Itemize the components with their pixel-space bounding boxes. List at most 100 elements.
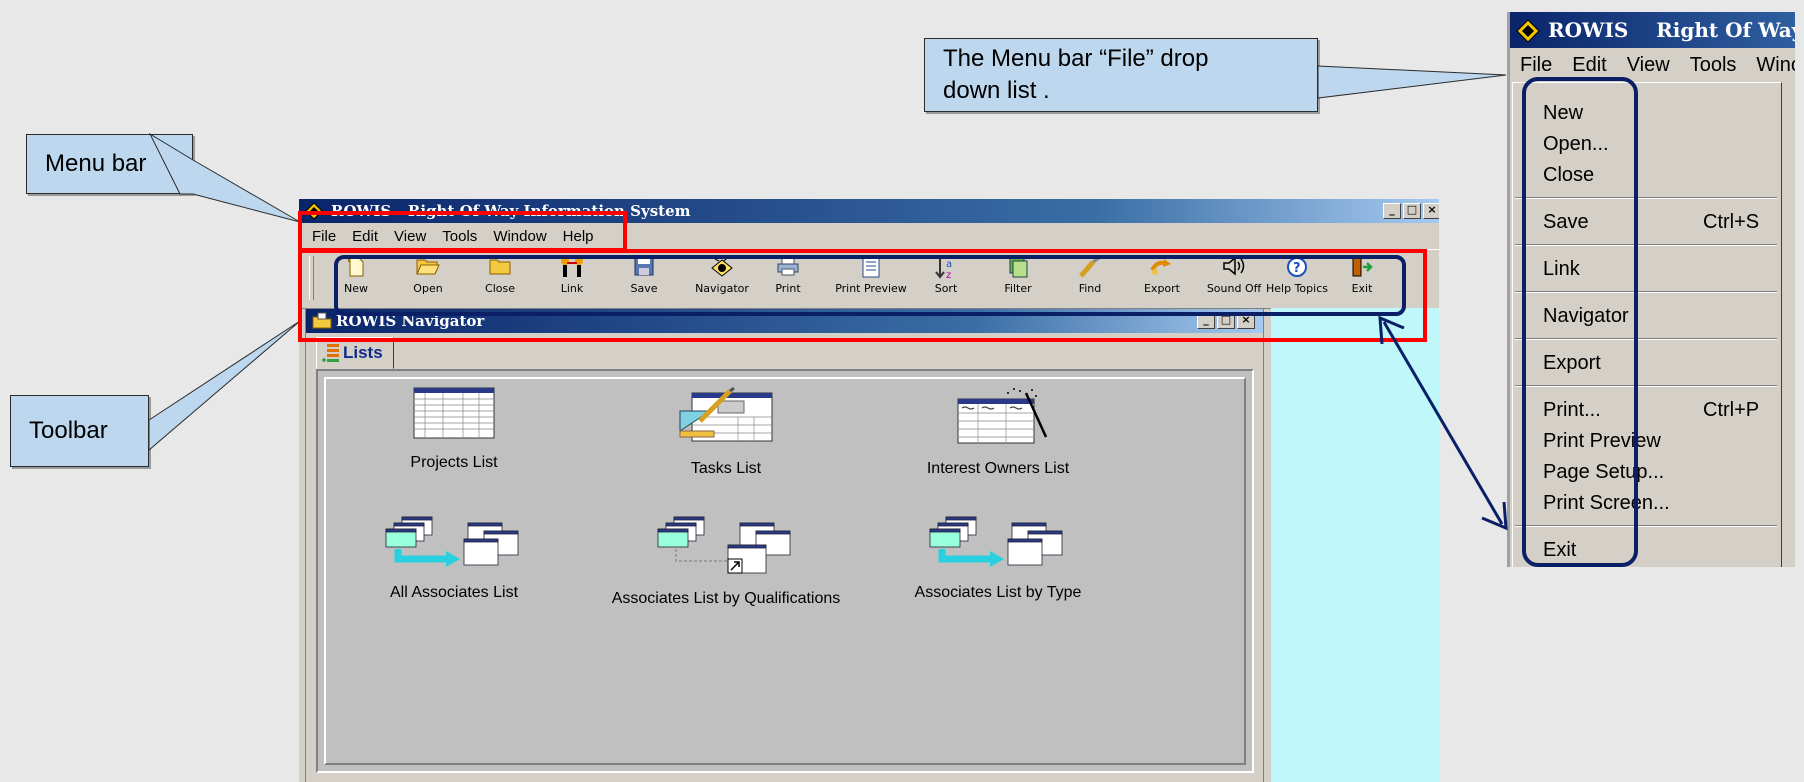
navigator-window-controls: _ □ ×: [1197, 313, 1255, 329]
file-menu-export-label: Export: [1543, 352, 1601, 374]
menu-help[interactable]: Help: [555, 228, 602, 245]
associates-by-type-icon: [929, 516, 1063, 567]
zoom-title: ROWIS Right Of Way Ir: [1548, 18, 1795, 42]
close-folder-icon: [466, 256, 534, 282]
toolbar-print-button[interactable]: Print: [754, 256, 822, 302]
workspace-background: [1271, 308, 1439, 782]
toolbar-help-topics-button[interactable]: ? Help Topics: [1256, 256, 1338, 302]
sort-icon: az: [912, 256, 980, 282]
zoom-rowis-logo-icon: [1516, 18, 1540, 54]
file-menu-print-screen-label: Print Screen...: [1543, 492, 1670, 514]
toolbar-print-preview-button[interactable]: Print Preview: [826, 256, 916, 302]
file-menu-separator: [1515, 197, 1777, 199]
tab-lists[interactable]: Lists: [316, 337, 394, 369]
zoom-menu-bar: File Edit View Tools Winc: [1510, 50, 1795, 80]
file-menu-page-setup[interactable]: Page Setup...: [1543, 458, 1773, 486]
toolbar-grip[interactable]: [309, 256, 314, 300]
file-menu-save-shortcut: Ctrl+S: [1703, 211, 1760, 233]
file-menu-print[interactable]: Print... Ctrl+P: [1543, 396, 1773, 424]
file-menu-save[interactable]: Save Ctrl+S: [1543, 208, 1773, 236]
file-menu-print-screen[interactable]: Print Screen...: [1543, 489, 1773, 517]
file-menu-link-label: Link: [1543, 258, 1580, 280]
window-controls: _ □ ×: [1383, 203, 1439, 219]
toolbar-navigator-button[interactable]: Navigator: [682, 256, 762, 302]
file-menu-separator: [1515, 244, 1777, 246]
navigator-maximize-button[interactable]: □: [1217, 313, 1235, 329]
menu-bar: File Edit View Tools Window Help: [299, 224, 602, 248]
toolbar-callout-pointer: [148, 320, 301, 452]
zoom-title-bar: ROWIS Right Of Way Ir: [1510, 12, 1795, 48]
file-menu-link[interactable]: Link: [1543, 255, 1773, 283]
file-menu-new[interactable]: New: [1543, 99, 1773, 127]
toolbar-find-button[interactable]: Find: [1056, 256, 1124, 302]
navigator-close-button[interactable]: ×: [1237, 313, 1255, 329]
file-menu-close[interactable]: Close: [1543, 161, 1773, 189]
file-menu-navigator-label: Navigator: [1543, 305, 1629, 327]
toolbar-close-button[interactable]: Close: [466, 256, 534, 302]
file-dropdown-zoom: ROWIS Right Of Way Ir File Edit View Too…: [1507, 12, 1795, 567]
zoom-menu-view[interactable]: View: [1617, 54, 1680, 77]
toolbar-filter-label: Filter: [1004, 282, 1032, 295]
file-menu-open[interactable]: Open...: [1543, 130, 1773, 158]
zoom-menu-file[interactable]: File: [1510, 54, 1562, 77]
lists-panel-inner: Projects List Tasks List Interest Owners…: [324, 377, 1246, 765]
zoom-menu-window[interactable]: Winc: [1746, 54, 1795, 77]
navigator-title-bar: ROWIS Navigator _ □ ×: [306, 309, 1263, 333]
associates-by-qualifications-icon: [657, 516, 791, 574]
toolbar-exit-button[interactable]: Exit: [1328, 256, 1396, 302]
lists-panel: Projects List Tasks List Interest Owners…: [316, 369, 1254, 773]
menu-view[interactable]: View: [386, 228, 434, 245]
tasks-list-label: Tasks List: [690, 460, 762, 477]
file-dropdown-callout-text: The Menu bar “File” drop down list .: [943, 45, 1209, 104]
projects-list-item[interactable]: Projects List: [324, 387, 584, 472]
menu-edit[interactable]: Edit: [344, 228, 386, 245]
tasks-list-item[interactable]: Tasks List: [596, 386, 856, 478]
toolbar-export-button[interactable]: Export: [1128, 256, 1196, 302]
associates-by-type-item[interactable]: Associates List by Type: [868, 515, 1128, 602]
print-icon: [754, 256, 822, 282]
all-associates-list-icon: [385, 516, 519, 567]
interest-owners-list-item[interactable]: Interest Owners List: [868, 387, 1128, 478]
file-menu-exit[interactable]: Exit: [1543, 536, 1773, 564]
file-menu-navigator[interactable]: Navigator: [1543, 302, 1773, 330]
projects-list-label: Projects List: [410, 454, 498, 471]
menu-file[interactable]: File: [304, 228, 344, 245]
close-window-button[interactable]: ×: [1423, 203, 1439, 219]
navigator-minimize-button[interactable]: _: [1197, 313, 1215, 329]
toolbar-filter-button[interactable]: Filter: [984, 256, 1052, 302]
file-menu-new-label: New: [1543, 102, 1584, 124]
toolbar-help-topics-label: Help Topics: [1266, 282, 1328, 295]
file-menu-export[interactable]: Export: [1543, 349, 1773, 377]
export-icon: [1128, 256, 1196, 282]
toolbar-sort-label: Sort: [934, 282, 958, 295]
file-menu-print-preview[interactable]: Print Preview: [1543, 427, 1773, 455]
maximize-button[interactable]: □: [1403, 203, 1421, 219]
exit-icon: [1328, 256, 1396, 282]
toolbar-open-label: Open: [413, 282, 443, 295]
toolbar-new-button[interactable]: New: [322, 256, 390, 302]
menu-tools[interactable]: Tools: [434, 228, 485, 245]
toolbar-find-label: Find: [1078, 282, 1102, 295]
toolbar-open-button[interactable]: Open: [394, 256, 462, 302]
menu-window[interactable]: Window: [485, 228, 554, 245]
open-folder-icon: [394, 256, 462, 282]
associates-by-qualifications-item[interactable]: Associates List by Qualifications: [596, 515, 856, 608]
toolbar-link-button[interactable]: Link: [538, 256, 606, 302]
svg-text:z: z: [946, 270, 951, 280]
file-menu-exit-label: Exit: [1543, 539, 1577, 561]
zoom-menu-edit[interactable]: Edit: [1562, 54, 1616, 77]
toolbar-exit-label: Exit: [1351, 282, 1373, 295]
minimize-button[interactable]: _: [1383, 203, 1401, 219]
toolbar-sort-button[interactable]: az Sort: [912, 256, 980, 302]
menu-bar-callout: Menu bar: [26, 134, 193, 194]
associates-by-qualifications-label: Associates List by Qualifications: [611, 590, 841, 607]
zoom-menu-tools[interactable]: Tools: [1680, 54, 1747, 77]
toolbar-callout: Toolbar: [10, 395, 149, 467]
all-associates-list-item[interactable]: All Associates List: [324, 515, 584, 602]
navigator-window-icon: [312, 311, 332, 336]
print-preview-icon: [826, 256, 916, 282]
file-menu-save-label: Save: [1543, 211, 1589, 233]
file-menu: New Open... Close Save Ctrl+S Link Naviga…: [1512, 82, 1782, 567]
toolbar-save-button[interactable]: Save: [610, 256, 678, 302]
toolbar-print-label: Print: [775, 282, 801, 295]
